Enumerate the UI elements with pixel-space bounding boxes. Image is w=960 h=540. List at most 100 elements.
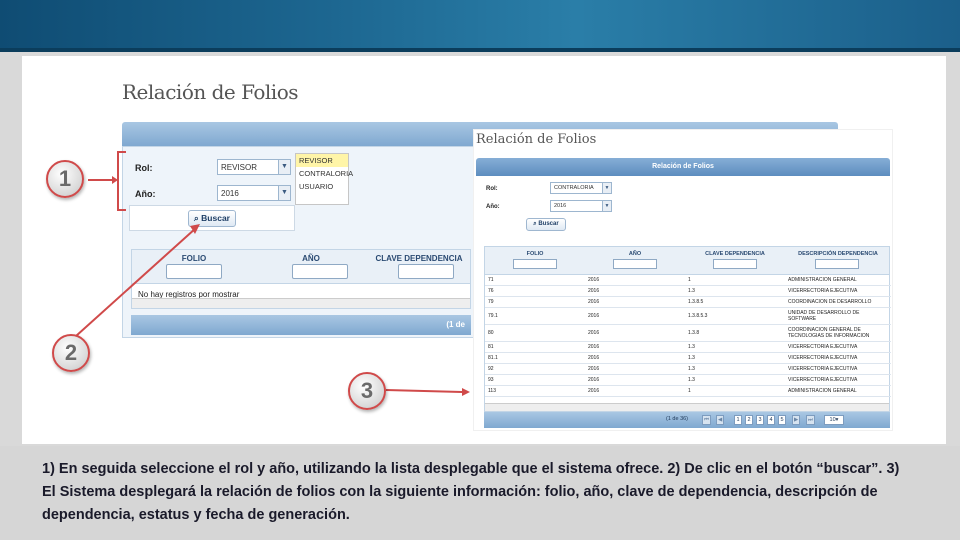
- caption-box: 1) En seguida seleccione el rol y año, u…: [0, 446, 960, 540]
- rol-select[interactable]: REVISOR ▼: [217, 159, 291, 175]
- cell-anio: 2016: [585, 341, 685, 353]
- callout-badge-3: 3: [348, 372, 386, 410]
- cell-folio: 71: [485, 275, 585, 286]
- chevron-down-icon[interactable]: ▼: [278, 186, 290, 200]
- cell-anio: 2016: [585, 307, 685, 325]
- dropdown-option-usuario[interactable]: USUARIO: [296, 180, 348, 193]
- last-page-icon[interactable]: ⏭: [806, 415, 815, 425]
- page-button-5[interactable]: 5: [778, 415, 786, 425]
- cell-clave: 1: [685, 385, 785, 397]
- rol-select[interactable]: CONTRALORIA ▼: [550, 182, 612, 194]
- results-table: 71 2016 1 ADMINISTRACION GENERAL 76 2016 1.3 V…: [485, 275, 891, 397]
- cell-anio: 2016: [585, 363, 685, 375]
- cell-descripcion: COORDINACION DE DESARROLLO: [785, 296, 891, 308]
- next-page-icon[interactable]: ▶: [792, 415, 801, 425]
- page-button-3[interactable]: 3: [756, 415, 764, 425]
- cell-descripcion: VICERRECTORIA EJECUTIVA: [785, 352, 891, 364]
- dropdown-option-contraloria[interactable]: CONTRALORIA: [296, 167, 353, 180]
- screenshot-results: Relación de Folios Relación de Folios Ro…: [474, 130, 892, 430]
- grid-footer: (1 de: [131, 315, 471, 335]
- cell-folio: 79: [485, 296, 585, 308]
- callout-badge-1: 1: [46, 160, 84, 198]
- results-grid: FOLIO AÑO CLAVE DEPENDENCIA No hay regis…: [131, 249, 471, 309]
- first-page-icon[interactable]: ⏮: [702, 415, 711, 425]
- rol-label: Rol:: [135, 163, 153, 173]
- cell-folio: 92: [485, 363, 585, 375]
- rol-dropdown-list: REVISOR CONTRALORIA USUARIO: [295, 153, 353, 205]
- table-row[interactable]: 92 2016 1.3 VICERRECTORIA EJECUTIVA: [485, 363, 891, 375]
- table-row[interactable]: 79.1 2016 1.3.8.5.3 UNIDAD DE DESARROLLO DE…: [485, 307, 891, 325]
- cell-anio: 2016: [585, 296, 685, 308]
- button-row: ⌕ Buscar: [129, 205, 295, 231]
- column-descripcion-dependencia[interactable]: DESCRIPCIÓN DEPENDENCIA: [785, 251, 891, 257]
- chevron-down-icon[interactable]: ▼: [602, 201, 611, 211]
- prev-page-icon[interactable]: ◀: [716, 415, 725, 425]
- cell-descripcion: UNIDAD DE DESARROLLO DE SOFTWARE: [785, 307, 891, 325]
- table-row[interactable]: 81.1 2016 1.3 VICERRECTORIA EJECUTIVA: [485, 352, 891, 364]
- page-size-select[interactable]: 10▾: [824, 415, 844, 425]
- clave-filter-input[interactable]: [398, 264, 454, 279]
- buscar-button[interactable]: ⌕ Buscar: [188, 210, 236, 227]
- cell-clave: 1.3: [685, 352, 785, 364]
- cell-clave: 1.3: [685, 374, 785, 386]
- anio-label: Año:: [135, 189, 156, 199]
- callout-badge-2: 2: [52, 334, 90, 372]
- clave-filter-input[interactable]: [713, 259, 757, 269]
- page-button-1[interactable]: 1: [734, 415, 742, 425]
- table-row[interactable]: 113 2016 1 ADMINISTRACION GENERAL: [485, 385, 891, 397]
- cell-anio: 2016: [585, 285, 685, 297]
- folio-filter-input[interactable]: [166, 264, 222, 279]
- cell-folio: 93: [485, 374, 585, 386]
- cell-anio: 2016: [585, 374, 685, 386]
- table-row[interactable]: 76 2016 1.3 VICERRECTORIA EJECUTIVA: [485, 285, 891, 297]
- cell-clave: 1.3.8.5.3: [685, 307, 785, 325]
- folio-filter-input[interactable]: [513, 259, 557, 269]
- column-clave-dependencia[interactable]: CLAVE DEPENDENCIA: [366, 254, 472, 263]
- search-icon: ⌕: [194, 213, 199, 223]
- grid-header: FOLIO AÑO CLAVE DEPENDENCIA DESCRIPCIÓN …: [485, 247, 889, 275]
- panel-header-title: Relación de Folios: [476, 158, 890, 176]
- rol-select-value: REVISOR: [221, 163, 258, 172]
- table-row[interactable]: 93 2016 1.3 VICERRECTORIA EJECUTIVA: [485, 374, 891, 386]
- cell-folio: 79.1: [485, 307, 585, 325]
- anio-label: Año:: [486, 204, 500, 210]
- grid-header: FOLIO AÑO CLAVE DEPENDENCIA: [132, 250, 470, 284]
- cell-clave: 1.3: [685, 363, 785, 375]
- column-anio[interactable]: AÑO: [585, 251, 685, 257]
- dropdown-option-revisor[interactable]: REVISOR: [296, 154, 348, 167]
- buscar-button[interactable]: ⌕ Buscar: [526, 218, 566, 231]
- cell-descripcion: COORDINACION GENERAL DE TECNOLOGIAS DE I…: [785, 324, 891, 342]
- table-row[interactable]: 71 2016 1 ADMINISTRACION GENERAL: [485, 275, 891, 286]
- cell-anio: 2016: [585, 352, 685, 364]
- cell-folio: 80: [485, 324, 585, 342]
- column-anio[interactable]: AÑO: [256, 254, 366, 263]
- page-button-4[interactable]: 4: [767, 415, 775, 425]
- table-row[interactable]: 81 2016 1.3 VICERRECTORIA EJECUTIVA: [485, 341, 891, 353]
- cell-anio: 2016: [585, 275, 685, 286]
- instructions-text: 1) En seguida seleccione el rol y año, u…: [42, 461, 900, 523]
- page-size-value: 10: [829, 417, 836, 423]
- cell-clave: 1.3.8.5: [685, 296, 785, 308]
- cell-folio: 81: [485, 341, 585, 353]
- buscar-button-label: Buscar: [538, 221, 559, 227]
- descripcion-filter-input[interactable]: [815, 259, 859, 269]
- page-button-2[interactable]: 2: [745, 415, 753, 425]
- cell-clave: 1.3: [685, 285, 785, 297]
- column-folio[interactable]: FOLIO: [485, 251, 585, 257]
- table-row[interactable]: 80 2016 1.3.8 COORDINACION GENERAL DE TECNO…: [485, 324, 891, 342]
- anio-filter-input[interactable]: [613, 259, 657, 269]
- column-folio[interactable]: FOLIO: [132, 254, 256, 263]
- anio-filter-input[interactable]: [292, 264, 348, 279]
- cell-clave: 1.3.8: [685, 324, 785, 342]
- chevron-down-icon[interactable]: ▼: [278, 160, 290, 174]
- cell-folio: 76: [485, 285, 585, 297]
- table-row[interactable]: 79 2016 1.3.8.5 COORDINACION DE DESARROLLO: [485, 296, 891, 308]
- results-grid: FOLIO AÑO CLAVE DEPENDENCIA DESCRIPCIÓN …: [484, 246, 891, 412]
- anio-select[interactable]: 2016 ▼: [217, 185, 291, 201]
- horizontal-scrollbar[interactable]: [485, 403, 889, 411]
- chevron-down-icon[interactable]: ▼: [602, 183, 611, 193]
- cell-descripcion: VICERRECTORIA EJECUTIVA: [785, 374, 891, 386]
- anio-select[interactable]: 2016 ▼: [550, 200, 612, 212]
- horizontal-scrollbar[interactable]: [132, 298, 470, 308]
- column-clave-dependencia[interactable]: CLAVE DEPENDENCIA: [685, 251, 785, 257]
